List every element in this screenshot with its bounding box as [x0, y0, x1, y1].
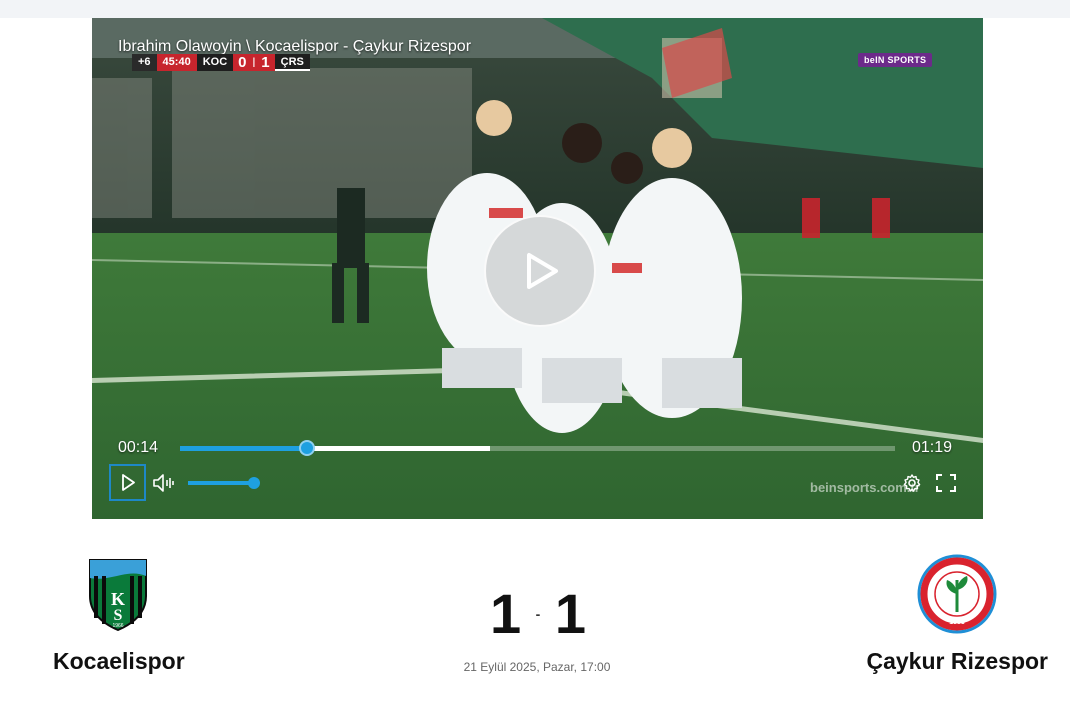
top-bar: [0, 0, 1070, 18]
fullscreen-icon: [936, 474, 956, 492]
gear-icon: [903, 474, 921, 492]
progress-handle[interactable]: [298, 440, 315, 456]
home-abbr: KOC: [196, 54, 234, 71]
match-clock: 45:40: [156, 54, 197, 71]
progress-played: [180, 446, 307, 451]
scorebug-separator: |: [252, 57, 256, 68]
away-score: 1: [554, 582, 586, 645]
match-datetime: 21 Eylül 2025, Pazar, 17:00: [463, 660, 611, 674]
score-separator: -: [535, 606, 541, 622]
video-player[interactable]: Ibrahim Olawoyin \ Kocaelispor - Çaykur …: [92, 18, 983, 519]
volume-button[interactable]: [152, 472, 176, 494]
play-icon: [527, 253, 558, 289]
broadcaster-badge: beIN SPORTS: [858, 53, 933, 67]
home-score: 1: [490, 582, 522, 645]
fullscreen-button[interactable]: [935, 473, 957, 493]
scorebug-home-score: 0: [238, 54, 247, 71]
progress-bar[interactable]: [180, 440, 895, 456]
svg-text:1966: 1966: [112, 623, 123, 629]
settings-button[interactable]: [902, 473, 922, 493]
svg-text:K: K: [111, 589, 125, 609]
duration: 01:19: [912, 439, 953, 456]
scorebug-score: 0 | 1: [233, 54, 275, 71]
big-play-button[interactable]: [484, 215, 596, 327]
home-team-name: Kocaelispor: [53, 648, 185, 674]
volume-slider[interactable]: [188, 477, 260, 489]
volume-handle[interactable]: [248, 477, 260, 489]
current-time: 00:14: [118, 439, 159, 456]
scorebug-away-score: 1: [261, 54, 270, 71]
final-score: 1 - 1: [490, 584, 586, 644]
added-time: +6: [132, 54, 157, 71]
volume-icon: [153, 474, 174, 492]
broadcast-scorebug: +6 45:40 KOC 0 | 1 ÇRS: [132, 54, 310, 71]
svg-text:1953: 1953: [949, 619, 965, 626]
play-icon: [122, 474, 135, 491]
away-team-logo: 1953: [917, 554, 997, 634]
away-abbr: ÇRS: [274, 54, 310, 71]
play-button[interactable]: [109, 464, 146, 501]
away-team-name: Çaykur Rizespor: [866, 648, 1048, 674]
home-team-logo: K S 1966: [89, 559, 147, 631]
svg-text:S: S: [114, 607, 123, 624]
